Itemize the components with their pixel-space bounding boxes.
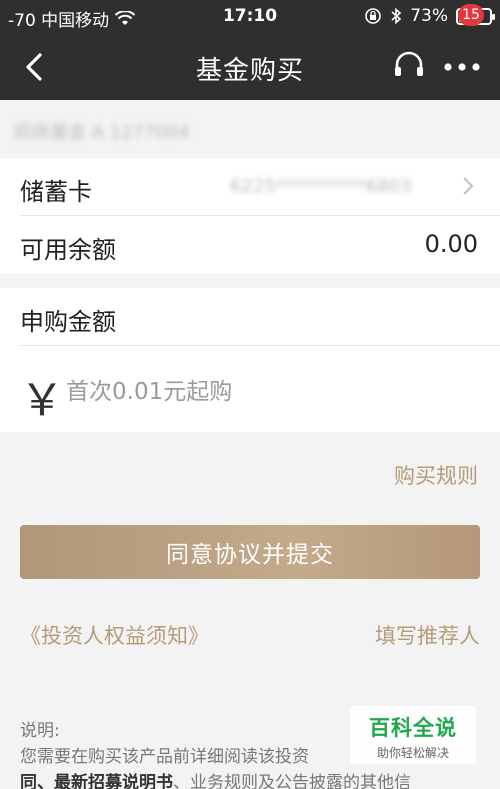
watermark-title: 百科全说 [369,716,457,740]
amount-label: 申购金额 [20,308,116,336]
baike-watermark: 百科全说 助你轻松解决 [350,706,476,764]
debit-card-row[interactable]: 储蓄卡 6225**********6803 [0,158,500,216]
balance-row: 可用余额 0.00 [0,216,500,274]
bluetooth-icon [391,7,402,25]
currency-symbol: ￥ [20,375,64,426]
amount-input[interactable] [66,372,466,412]
notes-line-2-rest: 、业务规则及公告披露的其他信 [173,773,411,789]
fill-referrer-link[interactable]: 填写推荐人 [375,620,480,650]
nav-bar: 基金购买 [0,34,500,100]
amount-label-row: 申购金额 [0,288,500,346]
fund-name: 招商基金 A 1277004 [14,122,190,143]
purchase-rules-link[interactable]: 购买规则 [394,460,478,490]
notes-line-2-bold: 同、最新招募说明书 [20,773,173,789]
debit-card-label: 储蓄卡 [20,178,92,206]
chevron-right-icon[interactable] [460,175,476,197]
balance-value: 0.00 [424,230,478,258]
headset-icon[interactable] [392,49,426,83]
notification-badge: 15 [458,4,484,26]
notes-line-2: 同、最新招募说明书、业务规则及公告披露的其他信 [20,770,490,789]
rotation-lock-icon [365,8,382,24]
more-icon[interactable] [440,54,484,80]
investor-rights-link[interactable]: 《投资人权益须知》 [20,620,209,650]
balance-label: 可用余额 [20,236,116,264]
debit-card-number: 6225**********6803 [230,176,412,197]
fund-name-row: 招商基金 A 1277004 [0,100,500,158]
agree-submit-button[interactable]: 同意协议并提交 [20,525,480,579]
divider [20,345,500,346]
battery-percent: 73% [410,6,448,26]
status-bar: -70 中国移动 17:10 73% [0,0,500,34]
watermark-subtitle: 助你轻松解决 [376,746,449,760]
